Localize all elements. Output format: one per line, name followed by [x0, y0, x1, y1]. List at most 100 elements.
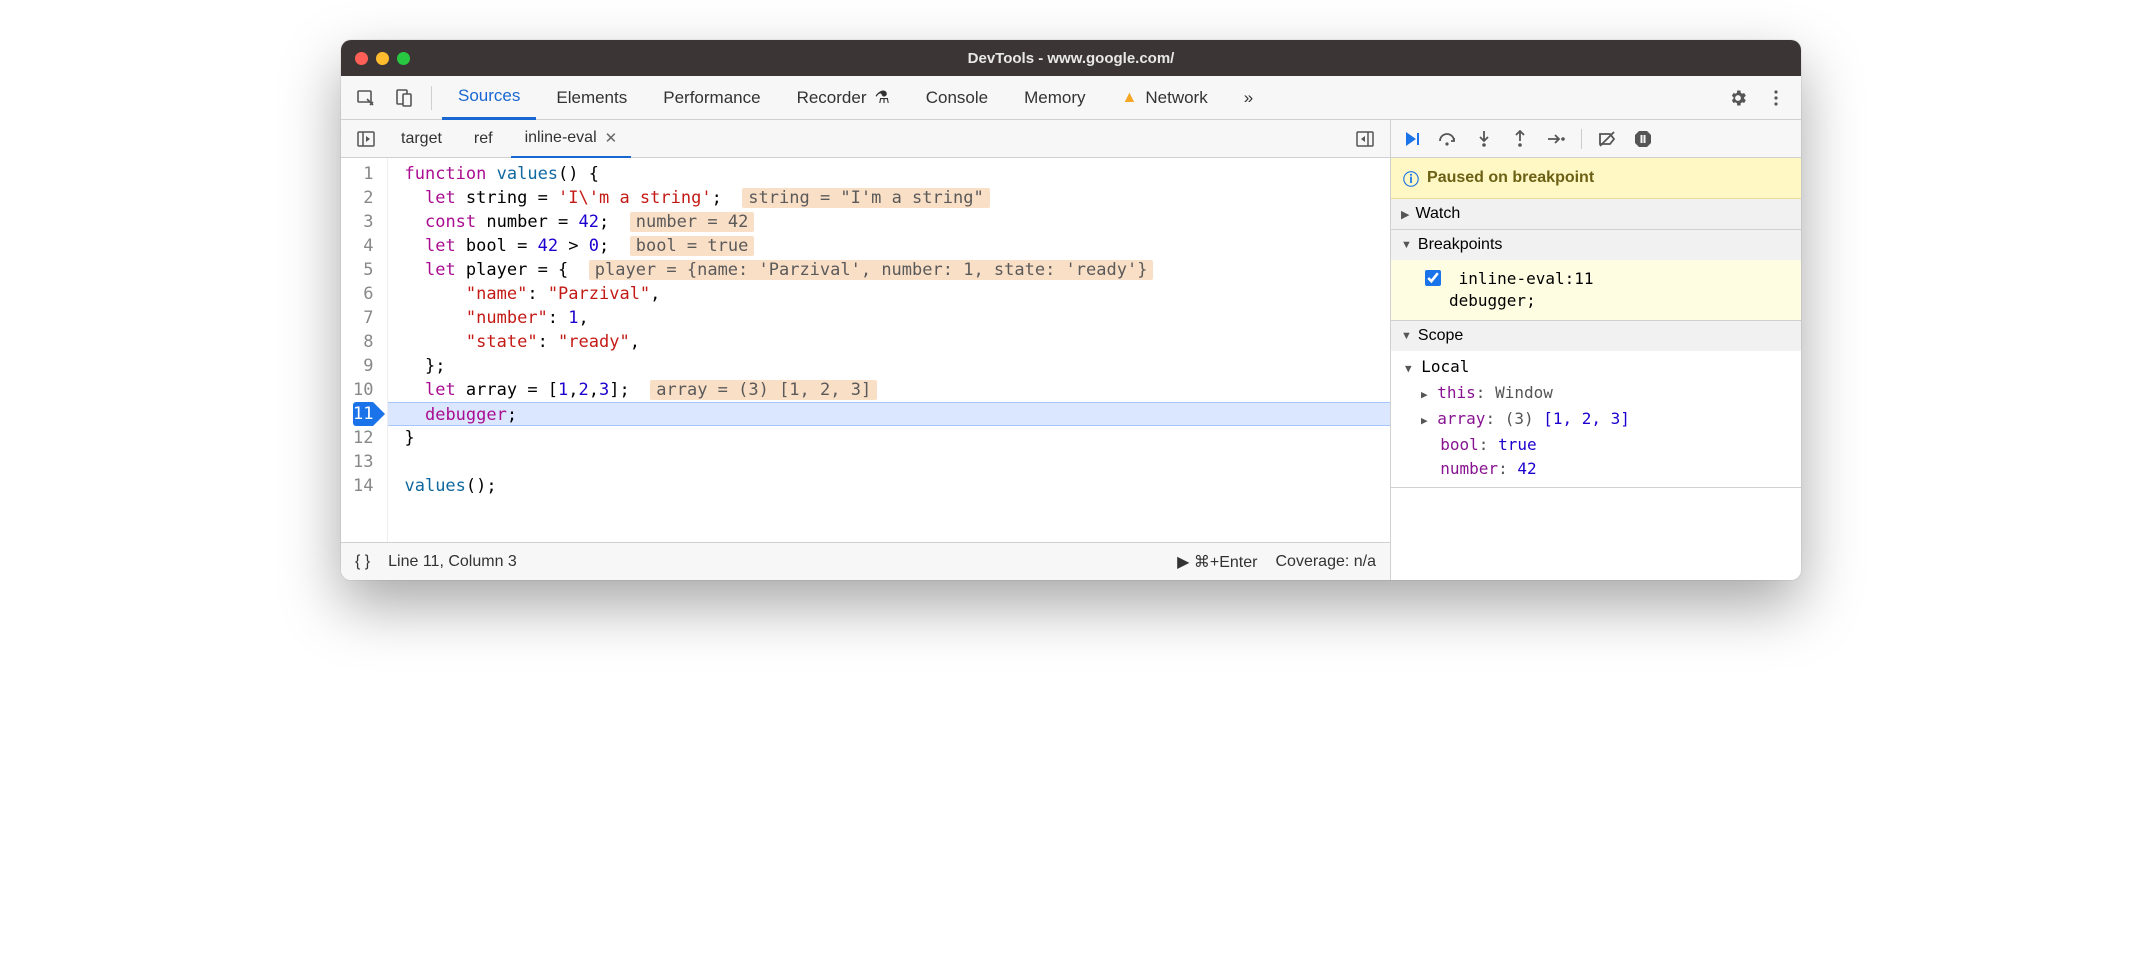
- file-tab-inline-eval[interactable]: inline-eval ✕: [511, 120, 632, 158]
- line-number-breakpoint[interactable]: 11: [353, 402, 373, 426]
- line-number[interactable]: 2: [353, 186, 373, 210]
- settings-icon[interactable]: [1721, 81, 1755, 115]
- tab-console[interactable]: Console: [910, 76, 1004, 120]
- inline-hint: player = {name: 'Parzival', number: 1, s…: [589, 260, 1154, 280]
- code-editor[interactable]: 1 2 3 4 5 6 7 8 9 10 11 12 13 14 functio…: [341, 158, 1390, 542]
- code-line: function values() {: [404, 162, 1390, 186]
- line-number[interactable]: 7: [353, 306, 373, 330]
- warning-icon: ▲: [1122, 89, 1138, 107]
- triangle-right-icon: ▶: [1401, 208, 1409, 221]
- step-over-icon[interactable]: [1437, 128, 1459, 150]
- line-number[interactable]: 14: [353, 474, 373, 498]
- triangle-right-icon: ▶: [1421, 414, 1428, 427]
- separator: [431, 86, 432, 110]
- line-number[interactable]: 3: [353, 210, 373, 234]
- file-tab-ref[interactable]: ref: [460, 120, 507, 158]
- tab-label: Performance: [663, 88, 760, 108]
- device-toolbar-icon[interactable]: [387, 81, 421, 115]
- breakpoint-code: debugger;: [1425, 291, 1536, 310]
- devtools-window: DevTools - www.google.com/ Sources Eleme…: [341, 40, 1801, 580]
- scope-var[interactable]: ▶ array: (3) [1, 2, 3]: [1421, 407, 1801, 433]
- tab-memory[interactable]: Memory: [1008, 76, 1101, 120]
- tab-sources[interactable]: Sources: [442, 76, 536, 120]
- step-icon[interactable]: [1545, 128, 1567, 150]
- scope-var[interactable]: ▶ this: Window: [1421, 381, 1801, 407]
- line-gutter: 1 2 3 4 5 6 7 8 9 10 11 12 13 14: [341, 158, 388, 542]
- scope-section: ▼Scope ▼ Local ▶ this: Window ▶ array: (…: [1391, 321, 1801, 488]
- code-body[interactable]: function values() { let string = 'I\'m a…: [388, 158, 1390, 542]
- scope-label: Local: [1421, 357, 1469, 376]
- tab-recorder[interactable]: Recorder ⚗: [781, 76, 906, 120]
- line-number[interactable]: 8: [353, 330, 373, 354]
- tab-label: Sources: [458, 86, 520, 106]
- pause-exceptions-icon[interactable]: [1632, 128, 1654, 150]
- show-navigator-icon[interactable]: [349, 122, 383, 156]
- code-line: let array = [1,2,3]; array = (3) [1, 2, …: [404, 378, 1390, 402]
- editor-statusbar: { } Line 11, Column 3 ▶ ⌘+Enter Coverage…: [341, 542, 1390, 580]
- resume-icon[interactable]: [1401, 128, 1423, 150]
- paused-banner: ⓘ Paused on breakpoint: [1391, 158, 1801, 199]
- cursor-position: Line 11, Column 3: [388, 553, 517, 571]
- line-number[interactable]: 10: [353, 378, 373, 402]
- scope-local-header[interactable]: ▼ Local: [1405, 355, 1801, 381]
- tab-label: Recorder: [797, 88, 867, 108]
- deactivate-breakpoints-icon[interactable]: [1596, 128, 1618, 150]
- tab-label: Memory: [1024, 88, 1085, 108]
- tab-network[interactable]: ▲Network: [1106, 76, 1224, 120]
- inline-hint: number = 42: [630, 212, 755, 232]
- debugger-pane: ⓘ Paused on breakpoint ▶Watch ▼ Breakpoin…: [1391, 120, 1801, 580]
- code-line: let bool = 42 > 0; bool = true: [404, 234, 1390, 258]
- scope-var[interactable]: number: 42: [1421, 457, 1801, 481]
- tab-elements[interactable]: Elements: [540, 76, 643, 120]
- debugger-toolbar: [1391, 120, 1801, 158]
- left-pane: target ref inline-eval ✕ 1 2 3 4 5 6 7 8: [341, 120, 1391, 580]
- flask-icon: ⚗: [875, 88, 890, 108]
- code-line: "state": "ready",: [404, 330, 1390, 354]
- run-snippet-button[interactable]: ▶ ⌘+Enter: [1177, 552, 1257, 572]
- line-number[interactable]: 12: [353, 426, 373, 450]
- tab-label: Elements: [556, 88, 627, 108]
- code-line: };: [404, 354, 1390, 378]
- line-number[interactable]: 13: [353, 450, 373, 474]
- main-area: target ref inline-eval ✕ 1 2 3 4 5 6 7 8: [341, 120, 1801, 580]
- breakpoints-header[interactable]: ▼ Breakpoints: [1391, 230, 1801, 260]
- line-number[interactable]: 9: [353, 354, 373, 378]
- file-tab-label: inline-eval: [525, 129, 597, 147]
- inline-hint: string = "I'm a string": [742, 188, 989, 208]
- scope-var[interactable]: bool: true: [1421, 433, 1801, 457]
- tab-performance[interactable]: Performance: [647, 76, 776, 120]
- file-tab-target[interactable]: target: [387, 120, 456, 158]
- titlebar: DevTools - www.google.com/: [341, 40, 1801, 76]
- code-line: values();: [404, 474, 1390, 498]
- step-into-icon[interactable]: [1473, 128, 1495, 150]
- code-line-current: debugger;: [388, 402, 1390, 426]
- watch-section[interactable]: ▶Watch: [1391, 199, 1801, 230]
- close-icon[interactable]: ✕: [605, 129, 618, 147]
- code-line: const number = 42; number = 42: [404, 210, 1390, 234]
- line-number[interactable]: 1: [353, 162, 373, 186]
- show-debugger-icon[interactable]: [1348, 122, 1382, 156]
- breakpoint-checkbox[interactable]: [1425, 270, 1441, 286]
- pretty-print-button[interactable]: { }: [355, 553, 370, 571]
- triangle-down-icon: ▼: [1401, 239, 1412, 251]
- section-title: Breakpoints: [1418, 236, 1503, 254]
- code-line: let player = { player = {name: 'Parzival…: [404, 258, 1390, 282]
- breakpoint-location: inline-eval:11: [1459, 269, 1594, 288]
- inspect-element-icon[interactable]: [349, 81, 383, 115]
- file-tab-label: ref: [474, 130, 493, 148]
- step-out-icon[interactable]: [1509, 128, 1531, 150]
- code-line: let string = 'I\'m a string'; string = "…: [404, 186, 1390, 210]
- breakpoint-entry[interactable]: inline-eval:11 debugger;: [1391, 260, 1801, 320]
- code-line: }: [404, 426, 1390, 450]
- inline-hint: bool = true: [630, 236, 755, 256]
- file-tab-label: target: [401, 130, 442, 148]
- line-number[interactable]: 6: [353, 282, 373, 306]
- tab-overflow[interactable]: »: [1228, 76, 1269, 120]
- triangle-right-icon: ▶: [1421, 388, 1428, 401]
- paused-text: Paused on breakpoint: [1427, 169, 1594, 187]
- line-number[interactable]: 5: [353, 258, 373, 282]
- kebab-menu-icon[interactable]: [1759, 81, 1793, 115]
- triangle-down-icon: ▼: [1405, 362, 1412, 375]
- scope-header[interactable]: ▼Scope: [1391, 321, 1801, 351]
- line-number[interactable]: 4: [353, 234, 373, 258]
